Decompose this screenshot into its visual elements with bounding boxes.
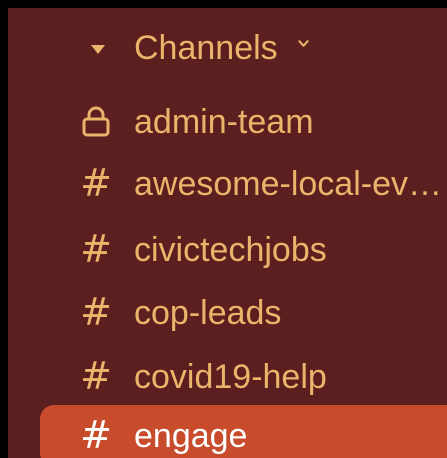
channel-label: cop-leads [134, 294, 282, 332]
hash-icon: # [80, 161, 112, 205]
channel-label: engage [134, 417, 248, 455]
channels-section-header[interactable]: Channels [8, 18, 447, 80]
sidebar-item-covid19-help[interactable]: # covid19-help [8, 346, 447, 408]
sidebar-item-civictechjobs[interactable]: # civictechjobs [8, 219, 447, 281]
channel-label: awesome-local-ev… [134, 165, 442, 203]
hash-icon: # [80, 290, 112, 334]
channel-label: covid19-help [134, 358, 327, 396]
lock-icon [74, 99, 118, 143]
sidebar: Channels admin-team # awesome-local-ev… … [8, 8, 447, 458]
hash-icon: # [80, 354, 112, 398]
caret-down-icon[interactable] [91, 45, 105, 54]
sidebar-item-awesome-local-events[interactable]: # awesome-local-ev… [8, 153, 447, 215]
channel-label: admin-team [134, 103, 314, 141]
channel-label: civictechjobs [134, 231, 327, 269]
section-title[interactable]: Channels [134, 26, 278, 70]
sidebar-item-admin-team[interactable]: admin-team [8, 91, 447, 153]
sidebar-item-engage[interactable]: # engage [40, 405, 447, 458]
sidebar-item-cop-leads[interactable]: # cop-leads [8, 282, 447, 344]
app-frame: Channels admin-team # awesome-local-ev… … [0, 0, 447, 458]
chevron-down-icon[interactable] [298, 38, 309, 49]
hash-icon: # [80, 227, 112, 271]
hash-icon: # [80, 413, 112, 457]
